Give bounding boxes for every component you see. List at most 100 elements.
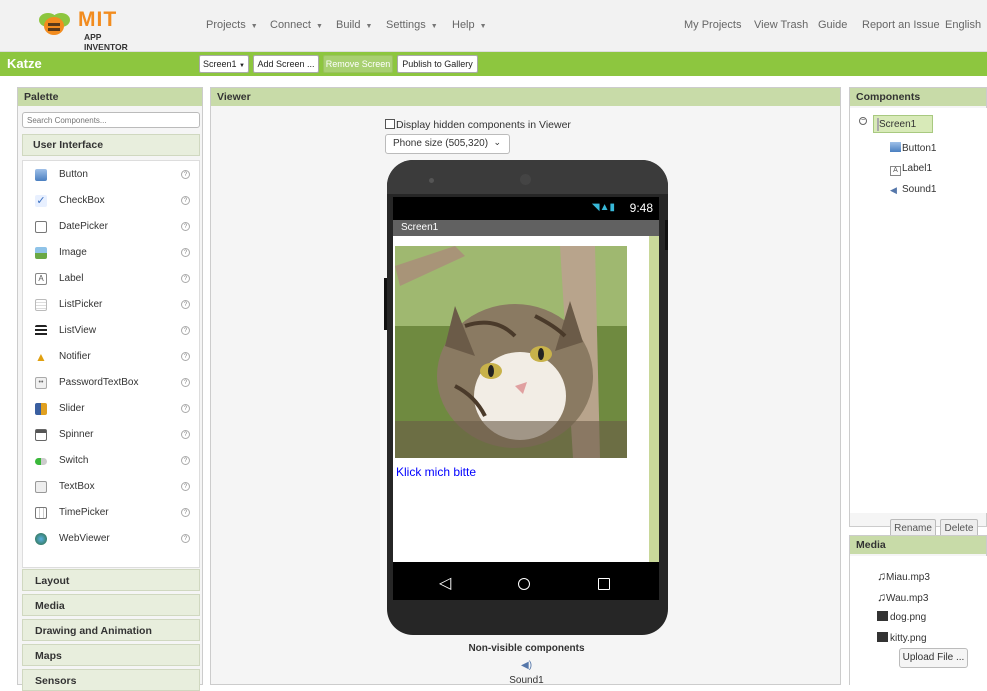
- publish-gallery-button[interactable]: Publish to Gallery: [397, 55, 478, 73]
- nonvisible-sound1[interactable]: Sound1: [211, 675, 842, 686]
- category-sensors[interactable]: Sensors: [22, 669, 200, 691]
- caret-down-icon: ▼: [430, 23, 438, 30]
- search-components-input[interactable]: [22, 112, 200, 128]
- guide-link[interactable]: Guide: [818, 19, 847, 31]
- display-hidden-checkbox[interactable]: Display hidden components in Viewer: [385, 119, 571, 131]
- checkbox-icon[interactable]: [385, 119, 395, 129]
- menu-settings[interactable]: Settings ▼: [386, 19, 438, 31]
- phone-side-button: [384, 278, 387, 330]
- help-icon[interactable]: ?: [181, 300, 190, 309]
- components-panel: Components − Screen1 Button1 A Label1 ◀ So…: [849, 87, 987, 539]
- collapse-icon[interactable]: −: [859, 117, 867, 125]
- remove-screen-button[interactable]: Remove Screen: [323, 55, 393, 73]
- help-icon[interactable]: ?: [181, 404, 190, 413]
- menu-connect[interactable]: Connect ▼: [270, 19, 323, 31]
- palette-item-textbox[interactable]: TextBox?: [23, 475, 201, 501]
- image-file-icon: [877, 611, 888, 621]
- category-user-interface[interactable]: User Interface: [22, 134, 200, 156]
- palette-item-datepicker[interactable]: DatePicker?: [23, 215, 201, 241]
- menu-projects[interactable]: Projects ▼: [206, 19, 258, 31]
- label-icon: A: [35, 273, 47, 285]
- display-hidden-label: Display hidden components in Viewer: [396, 119, 571, 131]
- help-icon[interactable]: ?: [181, 482, 190, 491]
- help-icon[interactable]: ?: [181, 248, 190, 257]
- palette-item-notifier[interactable]: ▲ Notifier?: [23, 345, 201, 371]
- language-menu[interactable]: English▼: [945, 19, 987, 31]
- help-icon[interactable]: ?: [181, 170, 190, 179]
- category-drawing-animation[interactable]: Drawing and Animation: [22, 619, 200, 641]
- help-icon[interactable]: ?: [181, 222, 190, 231]
- media-file-miau[interactable]: ♫Miau.mp3: [877, 569, 930, 583]
- palette-item-button[interactable]: Button?: [23, 163, 201, 189]
- phone-size-select[interactable]: Phone size (505,320) ⌄: [385, 134, 510, 154]
- palette-item-label: TimePicker: [59, 507, 109, 518]
- media-file-dog[interactable]: dog.png: [877, 611, 926, 623]
- recents-icon[interactable]: [598, 578, 610, 590]
- help-icon[interactable]: ?: [181, 456, 190, 465]
- help-icon[interactable]: ?: [181, 508, 190, 517]
- add-screen-button[interactable]: Add Screen ...: [253, 55, 319, 73]
- help-icon[interactable]: ?: [181, 430, 190, 439]
- password-icon: ••: [35, 377, 47, 389]
- menu-help-label: Help: [452, 19, 475, 31]
- my-projects-link[interactable]: My Projects: [684, 19, 741, 31]
- help-icon[interactable]: ?: [181, 274, 190, 283]
- upload-file-button[interactable]: Upload File ...: [899, 648, 968, 668]
- image-icon: [35, 247, 47, 259]
- palette-item-label: PasswordTextBox: [59, 377, 139, 388]
- tree-node-sound1[interactable]: ◀ Sound1: [890, 184, 936, 195]
- palette-item-passwordtextbox[interactable]: •• PasswordTextBox?: [23, 371, 201, 397]
- media-title: Media: [850, 536, 986, 554]
- tree-node-button1[interactable]: Button1: [890, 142, 936, 154]
- home-icon[interactable]: [518, 578, 530, 590]
- screen-select-label: Screen1: [203, 59, 237, 69]
- category-media[interactable]: Media: [22, 594, 200, 616]
- view-trash-link[interactable]: View Trash: [754, 19, 808, 31]
- menu-build[interactable]: Build ▼: [336, 19, 372, 31]
- phone-camera-icon: [520, 174, 531, 185]
- category-layout[interactable]: Layout: [22, 569, 200, 591]
- category-maps[interactable]: Maps: [22, 644, 200, 666]
- menu-settings-label: Settings: [386, 19, 426, 31]
- palette-item-switch[interactable]: Switch?: [23, 449, 201, 475]
- palette-item-image[interactable]: Image?: [23, 241, 201, 267]
- palette-item-timepicker[interactable]: TimePicker?: [23, 501, 201, 527]
- klick-button[interactable]: Klick mich bitte: [396, 465, 476, 479]
- help-icon[interactable]: ?: [181, 352, 190, 361]
- media-file-label: Miau.mp3: [886, 572, 930, 583]
- app-inventor-logo[interactable]: MIT APP INVENTOR: [34, 8, 144, 52]
- palette-item-spinner[interactable]: Spinner?: [23, 423, 201, 449]
- speaker-icon: ◀): [521, 660, 533, 671]
- palette-item-checkbox[interactable]: ✓ CheckBox?: [23, 189, 201, 215]
- palette-item-label: CheckBox: [59, 195, 105, 206]
- back-icon[interactable]: ◁: [439, 573, 451, 593]
- cat-image[interactable]: [395, 246, 627, 458]
- palette-item-webviewer[interactable]: WebViewer?: [23, 527, 201, 553]
- button-icon: [35, 169, 47, 181]
- help-icon[interactable]: ?: [181, 196, 190, 205]
- speaker-icon: ◀: [890, 185, 897, 195]
- media-file-wau[interactable]: ♫Wau.mp3: [877, 590, 928, 604]
- label-icon: A: [890, 166, 901, 176]
- palette-item-slider[interactable]: Slider?: [23, 397, 201, 423]
- help-icon[interactable]: ?: [181, 326, 190, 335]
- palette-item-label: Button: [59, 169, 88, 180]
- caret-down-icon: ▼: [239, 63, 245, 69]
- palette-item-listpicker[interactable]: ListPicker?: [23, 293, 201, 319]
- tree-node-label1[interactable]: A Label1: [890, 163, 932, 176]
- menu-projects-label: Projects: [206, 19, 246, 31]
- palette-item-label-component[interactable]: A Label?: [23, 267, 201, 293]
- screen-select[interactable]: Screen1 ▼: [199, 55, 249, 73]
- media-file-kitty[interactable]: kitty.png: [877, 632, 927, 644]
- tree-node-screen1[interactable]: Screen1: [873, 115, 933, 133]
- menu-help[interactable]: Help ▼: [452, 19, 487, 31]
- report-issue-link[interactable]: Report an Issue: [862, 19, 940, 31]
- textbox-icon: [35, 481, 47, 493]
- listpicker-icon: [35, 299, 47, 311]
- slider-icon: [35, 403, 47, 415]
- help-icon[interactable]: ?: [181, 378, 190, 387]
- spinner-icon: [35, 429, 47, 441]
- palette-item-listview[interactable]: ListView?: [23, 319, 201, 345]
- help-icon[interactable]: ?: [181, 534, 190, 543]
- button-icon: [890, 142, 901, 152]
